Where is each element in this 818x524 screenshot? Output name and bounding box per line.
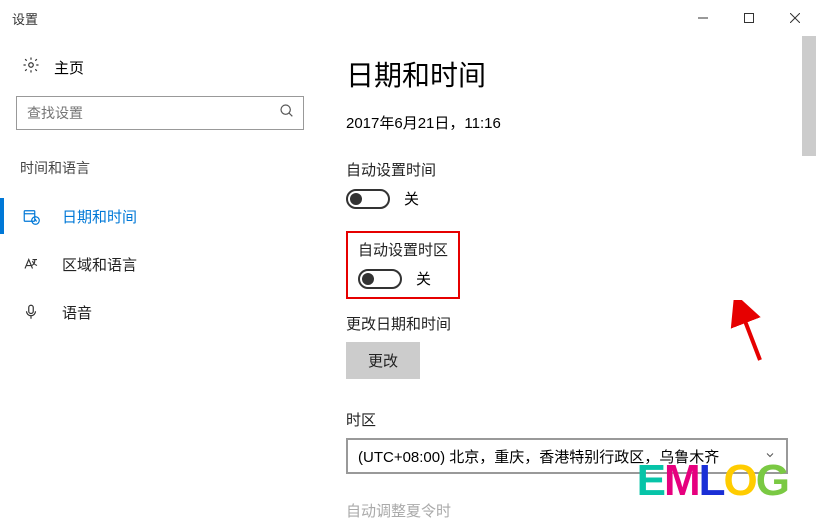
scrollbar[interactable] <box>802 36 816 156</box>
titlebar: 设置 <box>0 0 818 36</box>
gear-icon <box>22 56 40 78</box>
search-icon <box>279 103 295 124</box>
current-datetime: 2017年6月21日，11:16 <box>346 112 788 133</box>
category-label: 时间和语言 <box>0 158 320 192</box>
nav-item-speech[interactable]: 语音 <box>0 288 320 336</box>
content-area: 日期和时间 2017年6月21日，11:16 自动设置时间 关 自动设置时区 关… <box>320 36 818 524</box>
auto-tz-label: 自动设置时区 <box>358 239 448 260</box>
auto-tz-toggle[interactable] <box>358 269 402 289</box>
calendar-clock-icon <box>22 207 44 225</box>
auto-time-toggle[interactable] <box>346 189 390 209</box>
page-title: 日期和时间 <box>346 54 788 94</box>
auto-time-label: 自动设置时间 <box>346 159 788 180</box>
change-datetime-label: 更改日期和时间 <box>346 313 788 334</box>
search-input[interactable] <box>16 96 304 130</box>
auto-time-state: 关 <box>404 188 419 209</box>
sidebar: 主页 时间和语言 日期和时间 区域和语言 语音 <box>0 36 320 524</box>
close-button[interactable] <box>772 0 818 36</box>
timezone-label: 时区 <box>346 409 788 430</box>
watermark: EMLOG <box>637 456 788 506</box>
auto-tz-state: 关 <box>416 268 431 289</box>
language-icon <box>22 255 44 273</box>
microphone-icon <box>22 303 44 321</box>
change-datetime-setting: 更改日期和时间 更改 <box>346 313 788 379</box>
nav-item-region[interactable]: 区域和语言 <box>0 240 320 288</box>
minimize-button[interactable] <box>680 0 726 36</box>
highlight-annotation: 自动设置时区 关 <box>346 231 460 299</box>
maximize-button[interactable] <box>726 0 772 36</box>
nav-item-label: 语音 <box>62 302 92 323</box>
nav-item-label: 日期和时间 <box>62 206 137 227</box>
auto-time-setting: 自动设置时间 关 <box>346 159 788 209</box>
window-title: 设置 <box>12 9 38 28</box>
search-field[interactable] <box>27 105 279 121</box>
change-button[interactable]: 更改 <box>346 342 420 379</box>
nav-item-datetime[interactable]: 日期和时间 <box>0 192 320 240</box>
home-link[interactable]: 主页 <box>0 56 320 96</box>
window-controls <box>680 0 818 36</box>
nav-item-label: 区域和语言 <box>62 254 137 275</box>
home-label: 主页 <box>54 57 84 78</box>
